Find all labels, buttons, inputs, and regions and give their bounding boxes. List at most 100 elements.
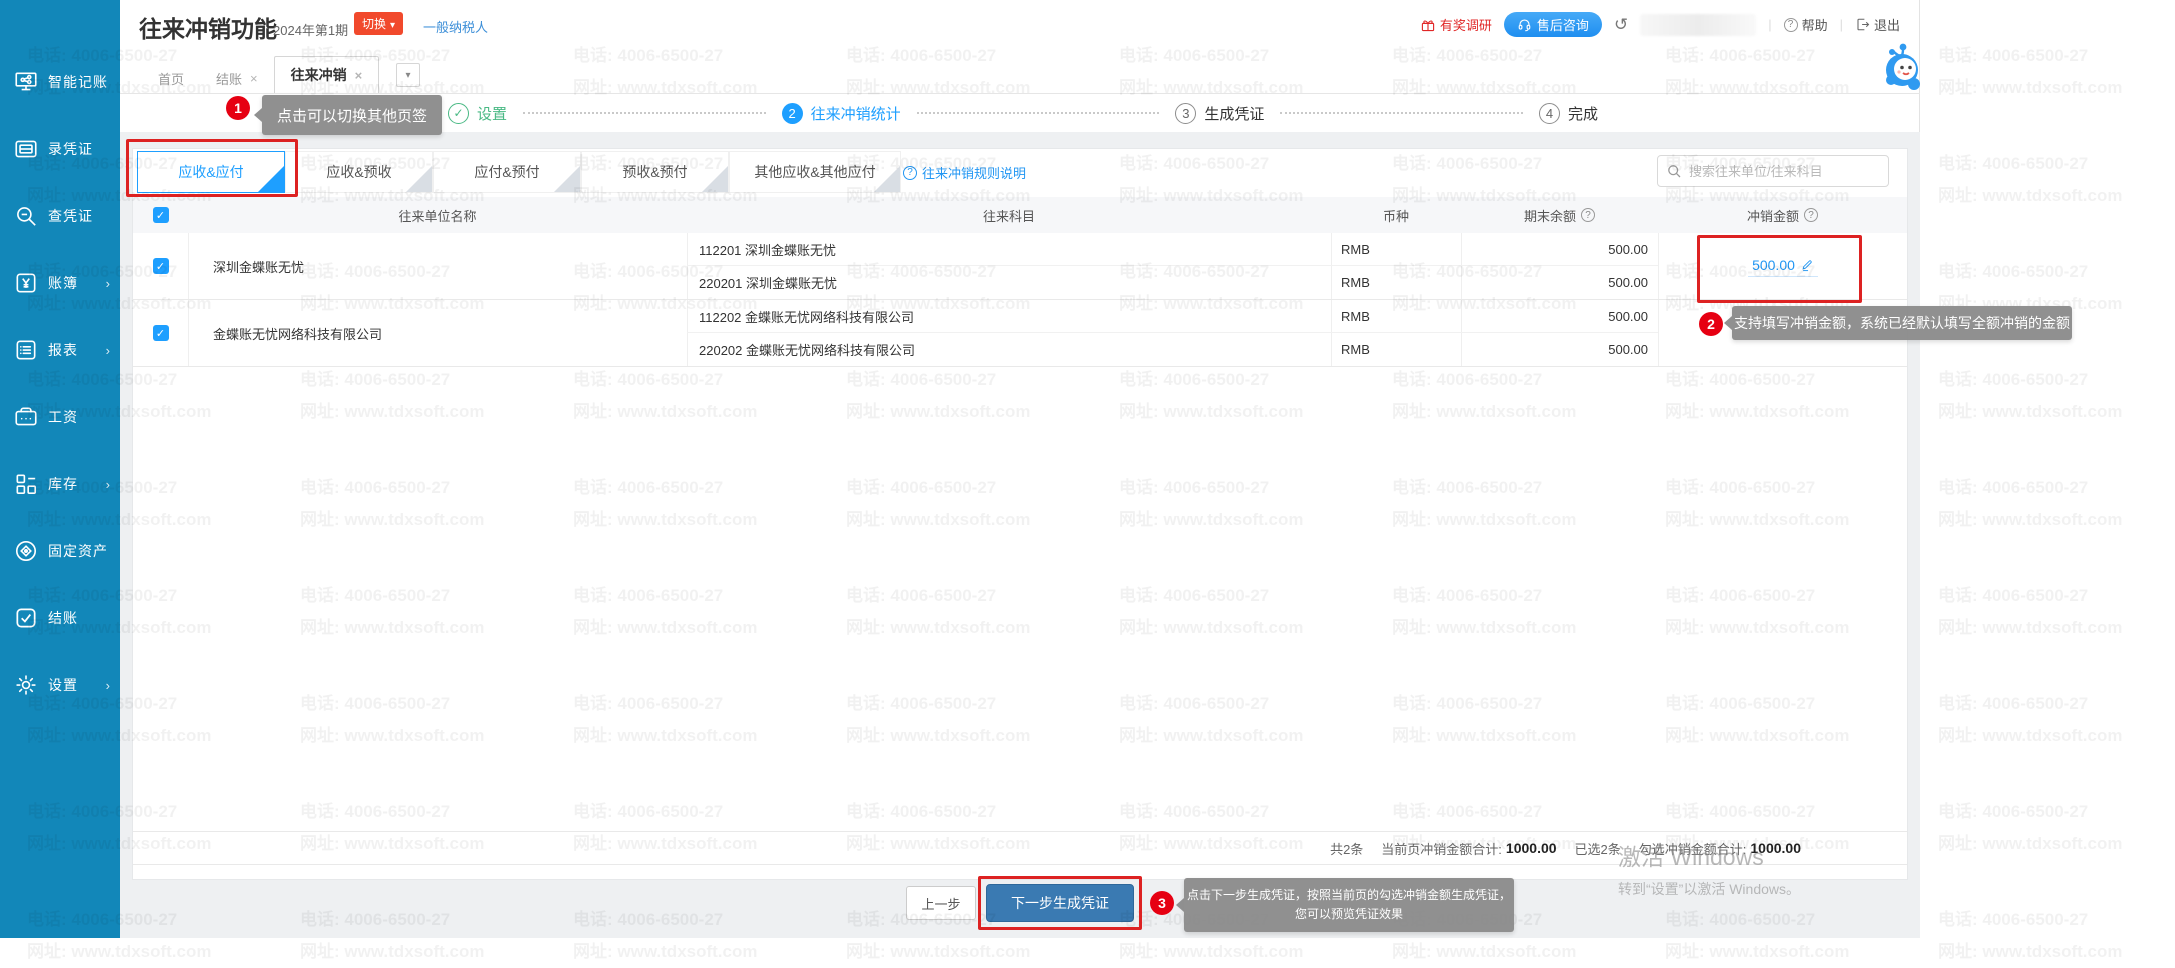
balance-cell: 500.00 [1461,333,1658,366]
annotation-badge-2: 2 [1699,312,1723,336]
search-box [1657,155,1889,187]
close-icon[interactable] [355,68,363,83]
sidebar-item-label: 工资 [48,407,78,427]
table-row-group-2: 金蝶账无忧网络科技有限公司112202 金蝶账无忧网络科技有限公司RMB500.… [133,300,1907,367]
sidebar-item-ledger[interactable]: 账簿 [0,263,120,303]
currency-cell: RMB [1331,300,1461,332]
sidebar-item-fixed-assets[interactable]: 固定资产 [0,531,120,571]
row-checkbox[interactable] [153,258,169,274]
step-label: 往来冲销统计 [811,103,901,124]
step-3: 3 生成凭证 [1175,103,1264,124]
writeoff-rules-link[interactable]: 往来冲销规则说明 [903,163,1026,182]
username-blurred [1640,14,1756,36]
table-header: 往来单位名称往来科目币种期末余额冲销金额 [133,197,1907,233]
step-label: 生成凭证 [1204,103,1264,124]
question-circle-icon[interactable] [1581,208,1595,222]
table-subrow: 220202 金蝶账无忧网络科技有限公司RMB500.00 [687,333,1658,366]
sidebar-item-voucher-search[interactable]: 查凭证 [0,196,120,236]
tooltip-arrow [1724,316,1732,330]
sidebar-item-label: 结账 [48,608,78,628]
header-right: 有奖调研 售后咨询 | 帮助 | 退出 [1420,12,1900,37]
sidebar-item-settings[interactable]: 设置 [0,665,120,705]
writeoff-amount-input[interactable]: 500.00 [1748,255,1818,277]
annotation-badge-3: 3 [1150,891,1174,915]
filter-tab-label: 应收&预收 [326,164,391,180]
closing-icon [13,605,39,631]
pencil-icon [1800,258,1814,272]
tab-list-caret-button[interactable] [396,63,420,87]
sidebar-item-label: 查凭证 [48,206,93,226]
check-icon [716,192,726,193]
watermark-text: 电话: 4006-6500-27网址: www.tdxsoft.com [1938,148,2123,212]
chevron-right-icon [106,477,110,492]
sidebar-item-voucher-entry[interactable]: 录凭证 [0,129,120,169]
window-tab-writeoff[interactable]: 往来冲销 [274,56,380,93]
tab-corner [554,166,580,192]
row-checkbox[interactable] [153,325,169,341]
window-tab-home[interactable]: 首页 [142,63,200,93]
filter-tab-3[interactable]: 应付&预付 [433,151,581,193]
reports-icon [13,337,39,363]
prev-step-button[interactable]: 上一步 [906,886,976,920]
sidebar-item-label: 设置 [48,675,78,695]
switch-period-button[interactable]: 切换 [354,12,403,35]
sidebar-item-payroll[interactable]: 工资 [0,397,120,437]
sidebar: 智能记账录凭证查凭证账簿报表工资库存固定资产结账设置 [0,0,120,938]
assistant-mascot[interactable] [1876,40,1928,98]
annotation-tooltip-1: 点击可以切换其他页签 [262,95,442,135]
sidebar-item-reports[interactable]: 报表 [0,330,120,370]
undo-icon[interactable] [1614,15,1628,35]
search-input[interactable] [1657,155,1889,187]
row-select-cell [133,233,188,299]
sidebar-item-label: 库存 [48,474,78,494]
select-all-checkbox[interactable] [153,207,169,223]
taxpayer-type-link[interactable]: 一般纳税人 [423,17,488,36]
watermark-text: 电话: 4006-6500-27网址: www.tdxsoft.com [1938,40,2123,104]
title-row: 往来冲销功能 2024年第1期 切换 一般纳税人 有奖调研 售后咨询 | 帮助 … [120,0,1920,56]
total-count: 共2条 [1330,839,1363,858]
chevron-right-icon [106,343,110,358]
watermark-text: 电话: 4006-6500-27网址: www.tdxsoft.com [1938,688,2123,752]
col-currency: 币种 [1331,206,1461,225]
sidebar-item-smart-accounting[interactable]: 智能记账 [0,62,120,102]
col-subject: 往来科目 [687,206,1331,225]
col-writeoff: 冲销金额 [1658,206,1907,225]
subject-cell: 220201 深圳金蝶账无忧 [687,266,1331,299]
annotation-badge-1: 1 [226,96,250,120]
tooltip-arrow [1176,898,1184,912]
filter-tab-1[interactable]: 应收&应付 [137,151,285,193]
checked-sum-value: 1000.00 [1750,840,1801,856]
filter-tab-2[interactable]: 应收&预收 [285,151,433,193]
currency-cell: RMB [1331,333,1461,366]
sidebar-item-inventory[interactable]: 库存 [0,464,120,504]
sidebar-item-closing[interactable]: 结账 [0,598,120,638]
survey-link[interactable]: 有奖调研 [1420,15,1492,34]
question-circle-icon[interactable] [1804,208,1818,222]
table-subrow: 112202 金蝶账无忧网络科技有限公司RMB500.00 [687,300,1658,333]
page-sum-value: 1000.00 [1506,840,1557,856]
watermark-text: 电话: 4006-6500-27网址: www.tdxsoft.com [1938,472,2123,536]
close-icon[interactable] [250,71,258,86]
step-circle: 3 [1175,103,1196,124]
filter-tab-5[interactable]: 其他应收&其他应付 [729,151,901,193]
support-button[interactable]: 售后咨询 [1504,12,1602,37]
voucher-entry-icon [13,136,39,162]
period-label: 2024年第1期 [273,20,348,39]
help-icon [1784,18,1798,32]
tab-corner [874,166,900,192]
col-balance: 期末余额 [1461,206,1658,225]
logout-icon [1855,17,1870,32]
filter-tab-4[interactable]: 预收&预付 [581,151,729,193]
page-title: 往来冲销功能 [139,10,277,44]
row-select-cell [133,300,188,366]
search-icon [1666,163,1682,179]
window-tab-closing[interactable]: 结账 [200,63,274,93]
filter-tab-label: 其他应收&其他应付 [754,164,875,180]
step-connector [523,112,766,114]
step-1: 设置 [448,103,507,124]
help-link[interactable]: 帮助 [1784,15,1828,34]
sidebar-item-label: 报表 [48,340,78,360]
filter-tab-label: 预收&预付 [622,164,687,180]
next-step-button[interactable]: 下一步生成凭证 [986,884,1134,922]
logout-link[interactable]: 退出 [1855,15,1900,34]
